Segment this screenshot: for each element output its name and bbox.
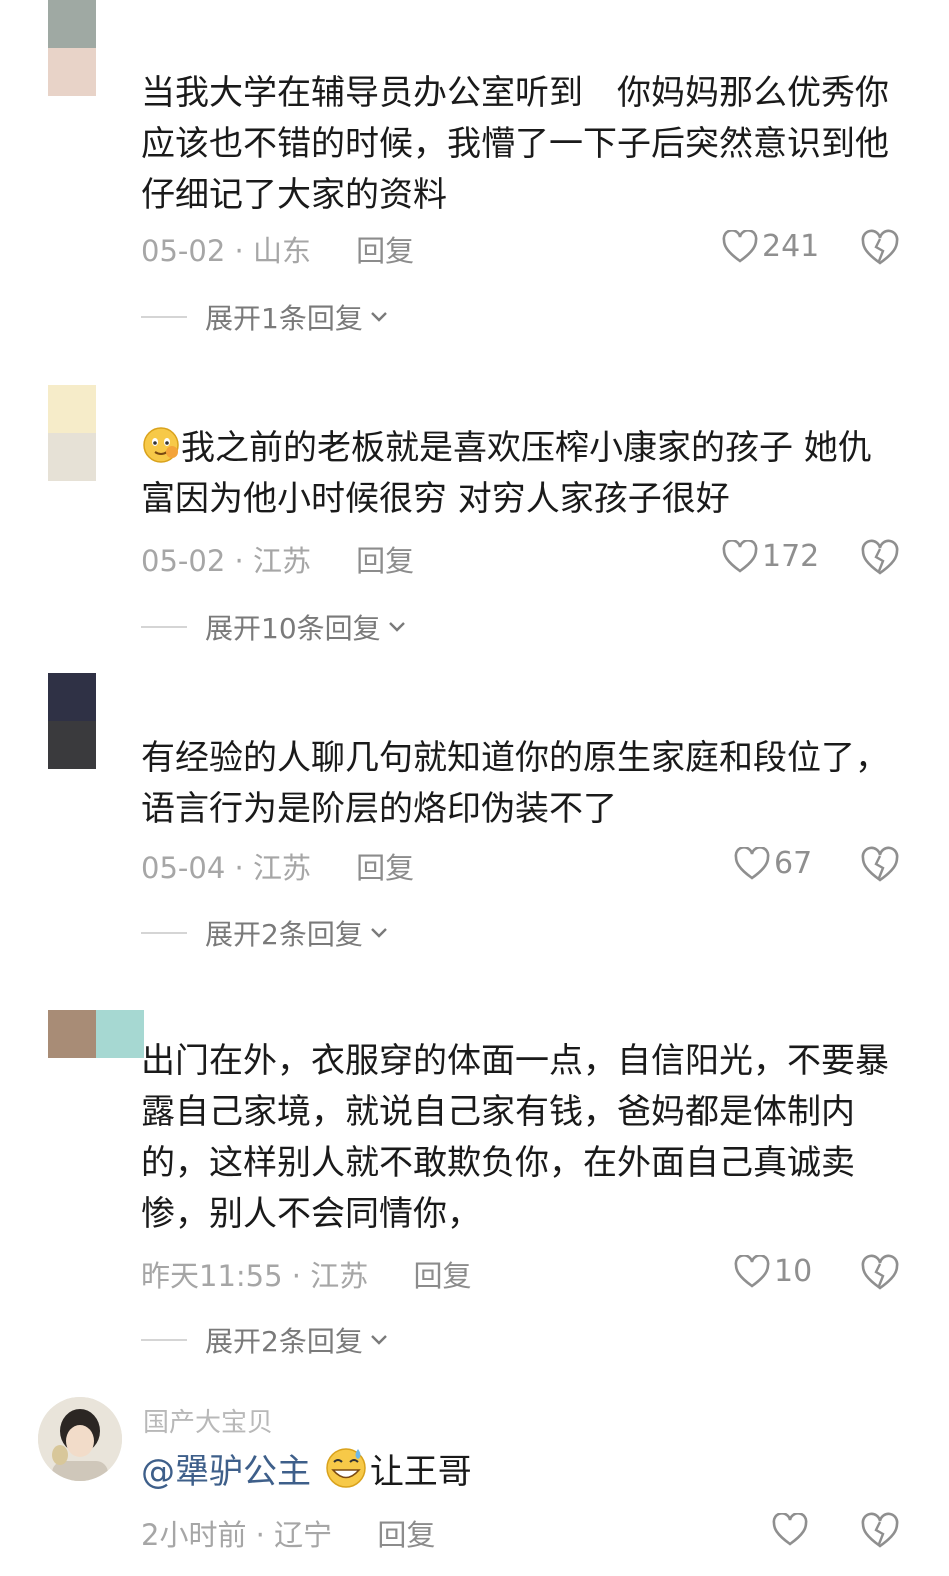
avatar[interactable] <box>48 385 96 481</box>
reply-button[interactable]: 回复 <box>356 851 414 885</box>
avatar[interactable] <box>48 0 96 96</box>
expand-replies-button[interactable]: 展开2条回复 <box>141 913 389 953</box>
comment-text: 我之前的老板就是喜欢压榨小康家的孩子 她仇 富因为他小时候很穷 对穷人家孩子很好 <box>141 423 921 525</box>
comment-meta: 2小时前 · 辽宁 回复 <box>141 1518 436 1552</box>
comment-meta: 05-02 · 江苏 回复 <box>141 544 415 578</box>
like-button[interactable]: 172 <box>722 539 819 574</box>
comment-text: 当我大学在辅导员办公室听到 你妈妈那么优秀你 应该也不错的时候，我懵了一下子后突… <box>141 73 889 215</box>
heart-outline-icon <box>734 1255 770 1288</box>
comment-text: 出门在外，衣服穿的体面一点，自信阳光，不要暴 露自己家境，就说自己家有钱，爸妈都… <box>141 1041 889 1234</box>
reply-button[interactable]: 回复 <box>413 1259 471 1293</box>
comment-location: 江苏 <box>252 544 311 578</box>
comment-text: @犟驴公主 让王哥 <box>141 1445 921 1498</box>
comment-item: 当我大学在辅导员办公室听到 你妈妈那么优秀你 应该也不错的时候，我懵了一下子后突… <box>0 0 949 345</box>
chevron-down-icon <box>370 1335 387 1345</box>
like-count: 10 <box>774 1254 813 1289</box>
grinning-sweat-emoji-icon <box>326 1448 366 1488</box>
comment-location: 江苏 <box>252 851 311 885</box>
broken-heart-icon[interactable] <box>860 228 900 268</box>
comment-location: 辽宁 <box>274 1518 333 1552</box>
broken-heart-icon[interactable] <box>860 845 900 885</box>
like-button[interactable]: 67 <box>734 846 812 881</box>
reply-button[interactable]: 回复 <box>377 1518 435 1552</box>
divider <box>141 316 187 318</box>
comment-date: 2小时前 <box>141 1518 247 1552</box>
chevron-down-icon <box>370 928 387 938</box>
comment-meta: 05-02 · 山东 回复 <box>141 234 415 268</box>
chevron-down-icon <box>370 312 387 322</box>
divider <box>141 1339 187 1341</box>
comment-date: 05-04 <box>141 851 226 885</box>
broken-heart-icon[interactable] <box>860 538 900 578</box>
comment-date: 05-02 <box>141 234 226 268</box>
emoji-icon <box>143 427 179 463</box>
comment-date: 昨天11:55 <box>141 1259 283 1293</box>
like-count: 172 <box>762 539 820 574</box>
like-button[interactable]: 10 <box>734 1254 812 1289</box>
avatar[interactable] <box>48 673 96 769</box>
mention-link[interactable]: @犟驴公主 <box>141 1452 311 1492</box>
like-button[interactable] <box>772 1513 812 1546</box>
comment-item: 国产大宝贝 @犟驴公主 让王哥 2小时前 · 辽宁 回复 <box>0 1395 949 1576</box>
heart-outline-icon <box>722 230 758 263</box>
heart-outline-icon <box>772 1513 808 1546</box>
comment-date: 05-02 <box>141 544 226 578</box>
reply-button[interactable]: 回复 <box>356 544 414 578</box>
like-button[interactable]: 241 <box>722 229 819 264</box>
avatar[interactable] <box>48 1010 144 1058</box>
broken-heart-icon[interactable] <box>860 1253 900 1293</box>
avatar-image <box>38 1397 122 1481</box>
heart-outline-icon <box>734 847 770 880</box>
comment-item: 有经验的人聊几句就知道你的原生家庭和段位了， 语言行为是阶层的烙印伪装不了 05… <box>0 673 949 973</box>
comment-meta: 05-04 · 江苏 回复 <box>141 851 415 885</box>
username[interactable]: 国产大宝贝 <box>143 1402 273 1439</box>
comment-meta: 昨天11:55 · 江苏 回复 <box>141 1259 472 1293</box>
reply-button[interactable]: 回复 <box>356 234 414 268</box>
comment-text: 有经验的人聊几句就知道你的原生家庭和段位了， 语言行为是阶层的烙印伪装不了 <box>141 738 889 829</box>
like-count: 241 <box>762 229 820 264</box>
avatar[interactable] <box>38 1397 122 1481</box>
comment-location: 山东 <box>252 234 311 268</box>
comment-item: 出门在外，衣服穿的体面一点，自信阳光，不要暴 露自己家境，就说自己家有钱，爸妈都… <box>0 1010 949 1370</box>
expand-replies-button[interactable]: 展开1条回复 <box>141 297 389 337</box>
comment-location: 江苏 <box>310 1259 369 1293</box>
chevron-down-icon <box>388 622 405 632</box>
heart-outline-icon <box>722 540 758 573</box>
expand-replies-button[interactable]: 展开2条回复 <box>141 1320 389 1360</box>
comment-item: 我之前的老板就是喜欢压榨小康家的孩子 她仇 富因为他小时候很穷 对穷人家孩子很好… <box>0 385 949 655</box>
divider <box>141 932 187 934</box>
like-count: 67 <box>774 846 813 881</box>
expand-replies-button[interactable]: 展开10条回复 <box>141 607 407 647</box>
divider <box>141 626 187 628</box>
broken-heart-icon[interactable] <box>860 1511 900 1551</box>
